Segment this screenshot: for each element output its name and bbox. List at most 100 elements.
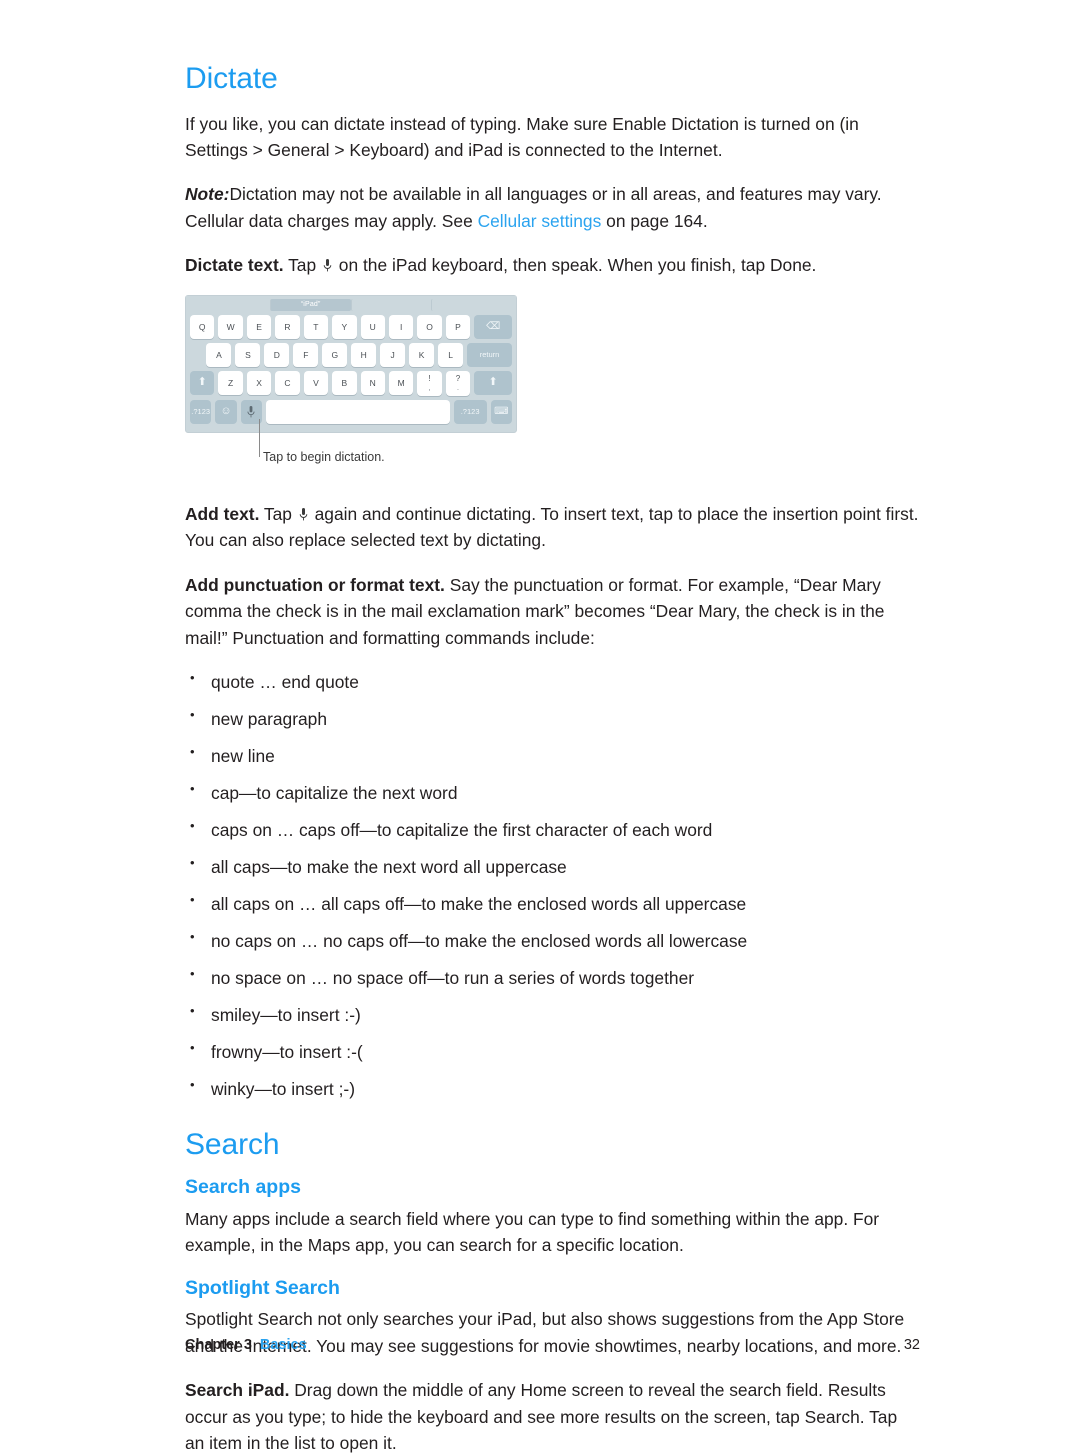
dictate-text-after-icon: on the iPad keyboard, then speak. When y… (333, 255, 817, 276)
document-page: Dictate If you like, you can dictate ins… (0, 0, 1080, 1453)
microphone-icon (323, 254, 332, 272)
key-exclamation-upper: ! (428, 374, 431, 384)
key-n[interactable]: N (360, 370, 385, 395)
cellular-settings-link[interactable]: Cellular settings (478, 211, 602, 231)
figure-caption-wrap: Tap to begin dictation. (185, 418, 920, 475)
key-q[interactable]: Q (190, 314, 215, 339)
key-t[interactable]: T (303, 314, 329, 339)
key-i[interactable]: I (388, 314, 414, 339)
list-item: caps on … caps off—to capitalize the fir… (185, 816, 920, 843)
key-m[interactable]: M (388, 370, 414, 395)
numbers-key-right[interactable]: .?123 (453, 399, 487, 424)
footer-page-number: 32 (903, 1337, 920, 1353)
add-punctuation-paragraph: Add punctuation or format text. Say the … (185, 572, 920, 651)
note-text-after-link: on page 164. (601, 210, 708, 231)
key-y[interactable]: Y (332, 314, 357, 339)
hide-keyboard-key[interactable]: ⌨ (490, 399, 512, 424)
key-f[interactable]: F (293, 342, 319, 367)
key-b[interactable]: B (332, 370, 357, 395)
caption-leader-line (259, 418, 260, 457)
keyboard-row-3: ⬆ Z X C V B N M ! , ? . ⬆ (186, 370, 516, 396)
list-item: winky—to insert ;-) (185, 1074, 920, 1102)
key-period-lower: . (457, 385, 459, 393)
suggestion-slot-1[interactable] (190, 298, 270, 311)
add-text-label: Add text. (185, 503, 260, 524)
emoji-key[interactable]: ☺ (215, 399, 237, 424)
key-x[interactable]: X (246, 370, 272, 395)
subheading-spotlight-search: Spotlight Search (185, 1276, 340, 1299)
hide-keyboard-icon: ⌨ (494, 405, 509, 417)
key-g[interactable]: G (322, 342, 348, 367)
key-d[interactable]: D (264, 342, 290, 367)
return-key[interactable]: return (467, 342, 512, 367)
note-label: Note: (185, 184, 230, 205)
key-question-period[interactable]: ? . (445, 370, 471, 396)
suggestion-slot-2[interactable]: “iPad” (269, 298, 351, 311)
figure-caption: Tap to begin dictation. (263, 449, 385, 464)
page-title-search: Search (185, 1127, 280, 1161)
delete-key[interactable]: ⌫ (474, 314, 513, 339)
ipad-keyboard-figure: “iPad” Q W E R T Y U I O P ⌫ A S D F G H… (185, 294, 920, 475)
key-p[interactable]: P (445, 314, 471, 339)
ipad-keyboard[interactable]: “iPad” Q W E R T Y U I O P ⌫ A S D F G H… (185, 294, 517, 433)
shift-key-left[interactable]: ⬆ (190, 370, 215, 395)
key-z[interactable]: Z (218, 370, 243, 395)
dictate-note-paragraph: Note:Dictation may not be available in a… (185, 181, 920, 234)
key-a[interactable]: A (206, 342, 232, 367)
microphone-icon (299, 503, 308, 521)
key-r[interactable]: R (275, 314, 300, 339)
key-c[interactable]: C (275, 370, 300, 395)
list-item: new paragraph (185, 705, 920, 732)
keyboard-row-1: Q W E R T Y U I O P ⌫ (186, 314, 516, 339)
shift-icon: ⬆ (197, 376, 207, 389)
key-w[interactable]: W (218, 314, 243, 339)
key-k[interactable]: K (409, 342, 435, 367)
key-e[interactable]: E (246, 314, 272, 339)
list-item: all caps—to make the next word all upper… (185, 853, 920, 880)
dictate-text-before-icon: Tap (283, 255, 321, 276)
suggestion-slot-3[interactable] (350, 298, 432, 311)
key-h[interactable]: H (351, 342, 377, 367)
suggestion-slot-4[interactable] (431, 298, 512, 311)
key-l[interactable]: L (438, 342, 464, 367)
key-s[interactable]: S (235, 342, 261, 367)
microphone-icon (247, 405, 255, 418)
numbers-key-left[interactable]: .?123 (190, 399, 212, 424)
page-title-dictate: Dictate (185, 62, 278, 95)
list-item: new line (185, 742, 920, 769)
search-apps-paragraph: Many apps include a search field where y… (185, 1208, 880, 1256)
add-text-before-icon: Tap (259, 503, 297, 524)
add-punctuation-label: Add punctuation or format text. (185, 574, 445, 595)
key-exclamation-comma[interactable]: ! , (417, 370, 442, 396)
row2-left-spacer (190, 343, 202, 367)
keyboard-row-2: A S D F G H J K L return (186, 342, 516, 367)
list-item: smiley—to insert :-) (185, 1001, 920, 1028)
key-v[interactable]: V (303, 370, 329, 395)
footer-chapter-name[interactable]: Basics (260, 1337, 307, 1353)
key-o[interactable]: O (417, 314, 442, 339)
shift-icon: ⬆ (488, 376, 498, 389)
footer-chapter: Chapter 3 Basics (185, 1337, 307, 1353)
key-question-upper: ? (455, 374, 461, 384)
footer-chapter-label: Chapter 3 (185, 1337, 252, 1353)
dictate-intro-paragraph: If you like, you can dictate instead of … (185, 113, 859, 160)
space-key[interactable] (266, 399, 450, 424)
key-j[interactable]: J (380, 342, 406, 367)
page-footer: Chapter 3 Basics 32 (185, 1337, 920, 1353)
predictive-text-bar[interactable]: “iPad” (186, 295, 516, 313)
dictation-commands-list: quote … end quote new paragraph new line… (185, 668, 920, 1102)
list-item: all caps on … all caps off—to make the e… (185, 890, 920, 917)
shift-key-right[interactable]: ⬆ (474, 370, 513, 395)
dictate-text-paragraph: Dictate text. Tap on the iPad keyboard, … (185, 252, 920, 278)
list-item: no caps on … no caps off—to make the enc… (185, 927, 920, 954)
delete-icon: ⌫ (486, 320, 501, 332)
keyboard-row-4: .?123 ☺ .?123 ⌨ (186, 399, 516, 424)
search-ipad-body: Drag down the middle of any Home screen … (185, 1380, 898, 1453)
add-text-paragraph: Add text. Tap again and continue dictati… (185, 501, 920, 554)
list-item: quote … end quote (185, 668, 920, 695)
list-item: frowny—to insert :-( (185, 1038, 920, 1065)
list-item: no space on … no space off—to run a seri… (185, 964, 920, 991)
dictate-text-label: Dictate text. (185, 255, 284, 276)
key-u[interactable]: U (360, 314, 385, 339)
subheading-search-apps: Search apps (185, 1176, 301, 1199)
